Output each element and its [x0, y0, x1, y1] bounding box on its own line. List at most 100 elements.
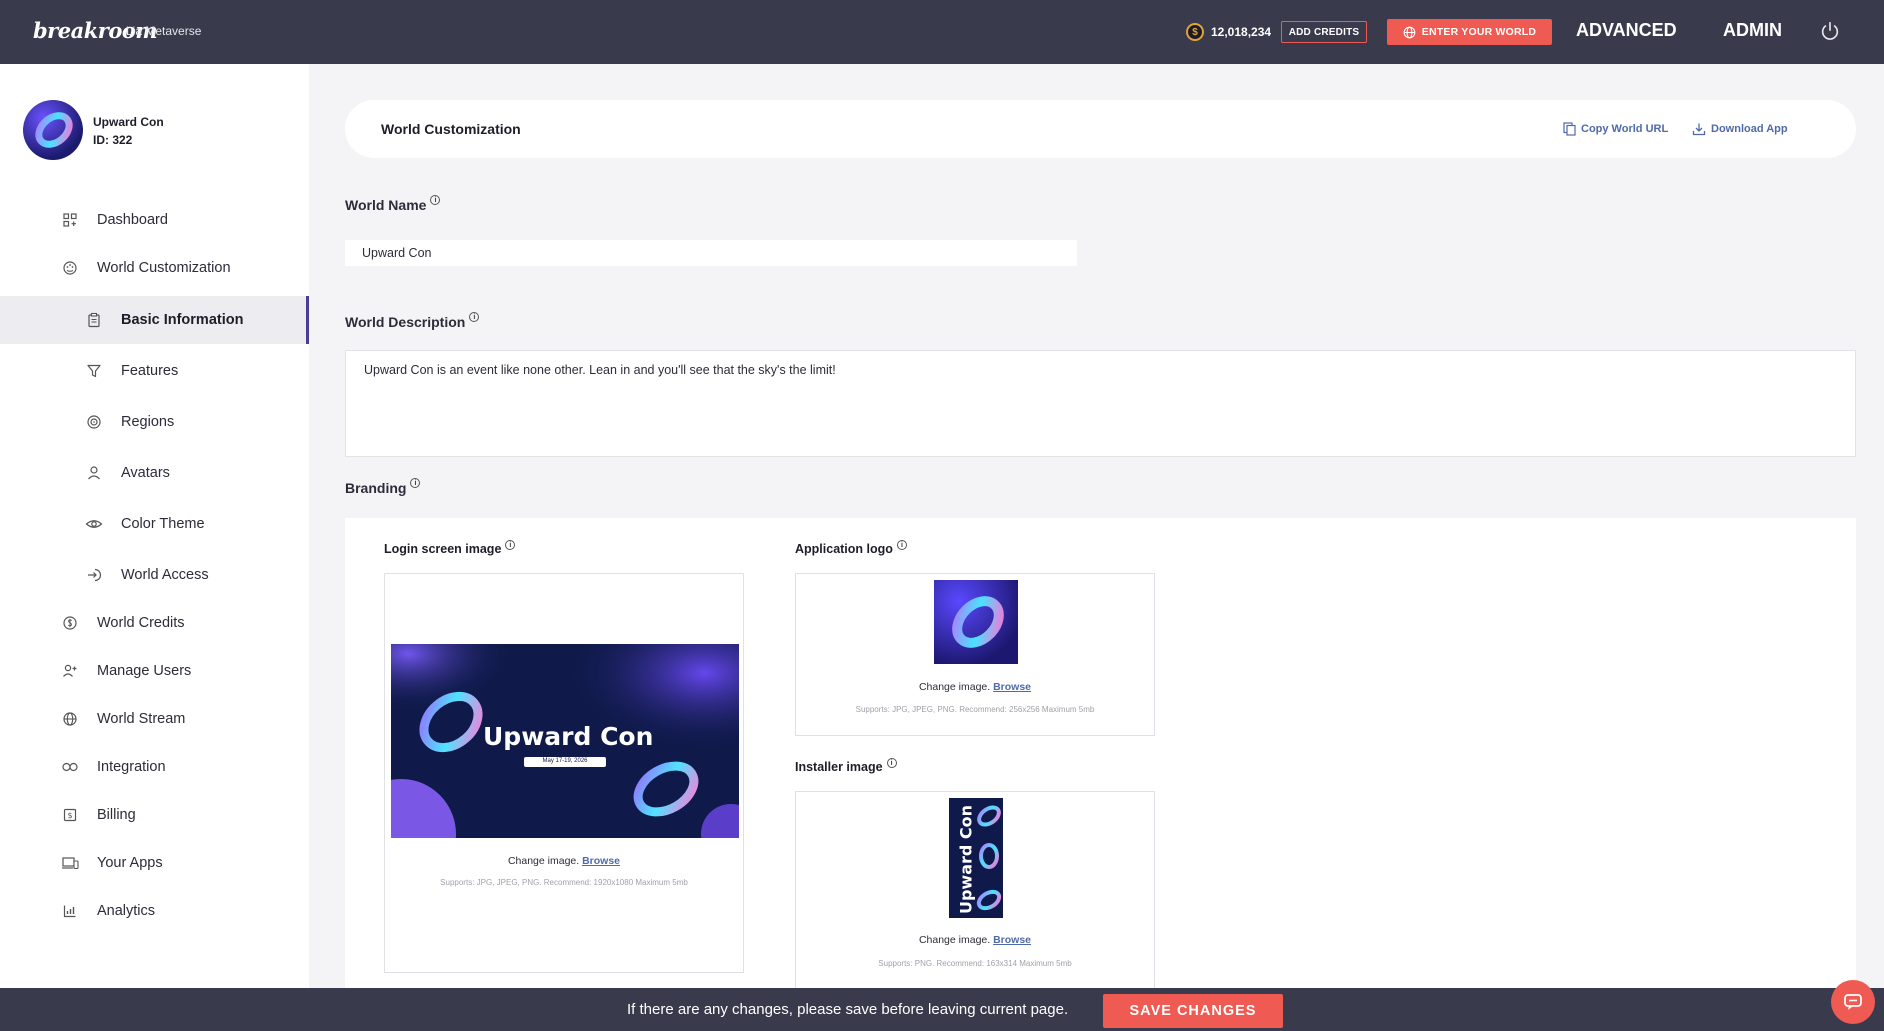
add-credits-button[interactable]: ADD CREDITS	[1281, 21, 1367, 43]
installer-browse-link[interactable]: Browse	[993, 934, 1031, 946]
sidebar-item-basic-information[interactable]: Basic Information	[0, 296, 309, 344]
unsaved-changes-message: If there are any changes, please save be…	[627, 1001, 1069, 1018]
change-image-text: Change image.	[918, 934, 991, 946]
save-changes-button[interactable]: SAVE CHANGES	[1103, 994, 1283, 1028]
page-header: World Customization Copy World URL Downl…	[345, 100, 1856, 158]
sidebar-item-label: Manage Users	[97, 663, 192, 679]
login-image-label-text: Login screen image	[384, 542, 502, 556]
login-banner-title: Upward Con	[483, 722, 654, 751]
copy-world-url-label: Copy World URL	[1581, 123, 1669, 135]
enter-world-label: ENTER YOUR WORLD	[1421, 26, 1537, 38]
sidebar-item-label: Features	[121, 363, 179, 379]
analytics-icon	[61, 902, 79, 920]
change-image-text: Change image.	[918, 681, 991, 693]
world-description-textarea[interactable]: Upward Con is an event like none other. …	[345, 350, 1856, 457]
app-logo-dropzone[interactable]: Change image. Browse Supports: JPG, JPEG…	[795, 573, 1155, 736]
sidebar-item-label: Color Theme	[121, 516, 205, 532]
installer-image-dropzone[interactable]: Upward Con Change image. Browse Supports…	[795, 791, 1155, 991]
info-icon[interactable]: i	[886, 758, 897, 768]
logo-supports-text: Supports: JPG, JPEG, PNG. Recommend: 256…	[855, 705, 1095, 714]
svg-text:$: $	[67, 811, 72, 820]
sidebar-item-world-credits[interactable]: World Credits	[0, 599, 309, 647]
chat-button[interactable]	[1831, 980, 1875, 1024]
info-icon[interactable]: i	[896, 540, 907, 550]
login-image-dropzone[interactable]: Upward Con May 17-19, 2026 Change image.…	[384, 573, 744, 973]
info-icon[interactable]: i	[469, 312, 480, 322]
logo-browse-link[interactable]: Browse	[993, 681, 1031, 693]
sidebar-item-label: World Credits	[97, 615, 185, 631]
billing-icon: $	[61, 806, 79, 824]
power-icon[interactable]	[1819, 20, 1841, 42]
sidebar-item-label: World Stream	[97, 711, 186, 727]
regions-icon	[85, 413, 103, 431]
download-app-link[interactable]: Download App	[1692, 122, 1788, 136]
sidebar-item-avatars[interactable]: Avatars	[0, 449, 309, 497]
world-name-input[interactable]	[345, 240, 1077, 266]
sidebar-item-world-stream[interactable]: World Stream	[0, 695, 309, 743]
page-title: World Customization	[381, 121, 521, 137]
installer-vertical-title: Upward Con	[956, 804, 976, 915]
info-icon[interactable]: i	[505, 540, 516, 550]
sidebar-item-regions[interactable]: Regions	[0, 398, 309, 446]
app-logo-preview	[934, 580, 1018, 664]
branding-panel: Login screen image i Upward Con May 17-1…	[345, 518, 1856, 991]
eye-icon	[85, 515, 103, 533]
installer-image-label-text: Installer image	[795, 760, 883, 774]
sidebar-item-label: Your Apps	[97, 855, 163, 871]
copy-world-url-link[interactable]: Copy World URL	[1563, 122, 1668, 136]
sidebar-item-billing[interactable]: $ Billing	[0, 791, 309, 839]
login-image-label: Login screen image i	[384, 540, 516, 556]
sidebar-item-world-access[interactable]: World Access	[0, 551, 309, 599]
devices-icon	[61, 854, 79, 872]
profile-id: ID: 322	[93, 133, 133, 147]
change-image-text: Change image.	[507, 855, 580, 867]
admin-nav-link[interactable]: ADMIN	[1723, 20, 1782, 41]
login-icon	[85, 566, 103, 584]
save-bar: If there are any changes, please save be…	[0, 988, 1884, 1031]
login-browse-link[interactable]: Browse	[582, 855, 620, 867]
app-logo-artwork	[952, 596, 1004, 648]
world-avatar	[23, 100, 83, 160]
sidebar-item-label: World Access	[121, 567, 209, 583]
sidebar-item-label: Analytics	[97, 903, 156, 919]
info-icon[interactable]: i	[410, 478, 421, 488]
app-logo-label-text: Application logo	[795, 542, 893, 556]
sidebar-item-features[interactable]: Features	[0, 347, 309, 395]
world-description-label: World Description i	[345, 312, 480, 330]
credits-balance: $ 12,018,234	[1186, 20, 1271, 44]
copy-icon	[1563, 122, 1576, 136]
installer-image-preview: Upward Con	[949, 798, 1003, 918]
filter-icon	[85, 362, 103, 380]
download-app-label: Download App	[1711, 123, 1788, 135]
credits-value: 12,018,234	[1211, 25, 1272, 39]
installer-change-image: Change image. Browse	[796, 934, 1154, 946]
coin-icon	[61, 614, 79, 632]
branding-label: Branding i	[345, 478, 421, 496]
sidebar-item-label: Basic Information	[121, 312, 244, 328]
sidebar-item-label: Billing	[97, 807, 136, 823]
add-user-icon	[61, 662, 79, 680]
sidebar-item-dashboard[interactable]: Dashboard	[0, 196, 309, 244]
sidebar-item-manage-users[interactable]: Manage Users	[0, 647, 309, 695]
sidebar-item-analytics[interactable]: Analytics	[0, 887, 309, 935]
globe-icon	[1403, 26, 1416, 38]
advanced-nav-link[interactable]: ADVANCED	[1576, 20, 1677, 41]
coin-icon: $	[1186, 23, 1204, 41]
world-name-label: World Name i	[345, 195, 441, 213]
download-icon	[1692, 123, 1706, 136]
dashboard-icon	[61, 211, 79, 229]
sidebar: Upward Con ID: 322 Dashboard World Custo…	[0, 64, 309, 988]
enter-world-button[interactable]: ENTER YOUR WORLD	[1387, 19, 1552, 45]
login-image-preview: Upward Con May 17-19, 2026	[391, 644, 739, 838]
sidebar-item-world-customization[interactable]: World Customization	[0, 244, 309, 292]
sidebar-item-your-apps[interactable]: Your Apps	[0, 839, 309, 887]
sidebar-item-label: Avatars	[121, 465, 170, 481]
login-supports-text: Supports: JPG, JPEG, PNG. Recommend: 192…	[440, 878, 688, 887]
globe-icon	[61, 710, 79, 728]
sidebar-item-color-theme[interactable]: Color Theme	[0, 500, 309, 548]
info-icon[interactable]: i	[430, 195, 441, 205]
installer-supports-text: Supports: PNG. Recommend: 163x314 Maximu…	[878, 959, 1072, 968]
sidebar-item-integration[interactable]: Integration	[0, 743, 309, 791]
user-icon	[85, 464, 103, 482]
top-bar: breakroom Lia Metaverse $ 12,018,234 ADD…	[0, 0, 1884, 64]
